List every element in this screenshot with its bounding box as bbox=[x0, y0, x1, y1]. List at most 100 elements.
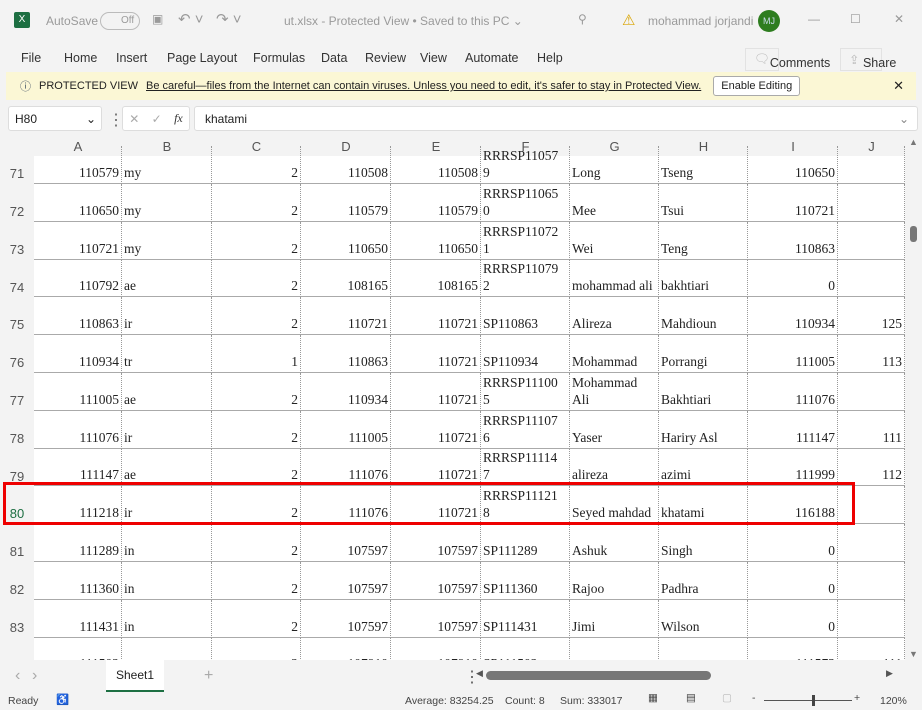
status-sum[interactable]: Sum: 333017 bbox=[560, 695, 622, 707]
status-count[interactable]: Count: 8 bbox=[505, 695, 545, 707]
cell-A73[interactable]: 110721 bbox=[34, 221, 122, 260]
cell-E83[interactable]: 107597 bbox=[391, 599, 481, 638]
cell-A83[interactable]: 111431 bbox=[34, 599, 122, 638]
cell-G83[interactable]: Jimi bbox=[570, 599, 659, 638]
cell-D75[interactable]: 110721 bbox=[301, 297, 391, 336]
cell-A78[interactable]: 111076 bbox=[34, 410, 122, 449]
cell-H79[interactable]: azimi bbox=[659, 448, 748, 487]
cell-D73[interactable]: 110650 bbox=[301, 221, 391, 260]
protected-view-message[interactable]: Be careful—files from the Internet can c… bbox=[146, 80, 701, 92]
cell-J83[interactable] bbox=[838, 599, 905, 638]
cell-I73[interactable]: 110863 bbox=[748, 221, 838, 260]
cell-A72[interactable]: 110650 bbox=[34, 184, 122, 222]
cell-A77[interactable]: 111005 bbox=[34, 373, 122, 411]
cell-I81[interactable]: 0 bbox=[748, 524, 838, 562]
cell-F79[interactable]: RRRSP11114 7 bbox=[481, 448, 570, 487]
row-header[interactable]: 83 bbox=[0, 599, 34, 638]
undo-icon[interactable]: ↶ ˅ bbox=[178, 10, 204, 28]
cell-G74[interactable]: mohammad ali bbox=[570, 259, 659, 298]
tab-data[interactable]: Data bbox=[321, 51, 347, 65]
cell-D78[interactable]: 111005 bbox=[301, 410, 391, 449]
tab-insert[interactable]: Insert bbox=[116, 51, 147, 65]
cell-B81[interactable]: in bbox=[122, 524, 212, 562]
cell-B72[interactable]: my bbox=[122, 184, 212, 222]
cell-H77[interactable]: Bakhtiari bbox=[659, 373, 748, 411]
tab-formulas[interactable]: Formulas bbox=[253, 51, 305, 65]
cell-J84[interactable]: 111 bbox=[838, 637, 905, 660]
row-header[interactable]: 75 bbox=[0, 297, 34, 336]
cell-I71[interactable]: 110650 bbox=[748, 146, 838, 184]
close-button[interactable]: ✕ bbox=[894, 12, 904, 26]
cell-H84[interactable] bbox=[659, 637, 748, 660]
cell-D74[interactable]: 108165 bbox=[301, 259, 391, 298]
add-sheet-icon[interactable]: + bbox=[204, 667, 213, 685]
cell-C76[interactable]: 1 bbox=[212, 335, 301, 373]
cell-E72[interactable]: 110579 bbox=[391, 184, 481, 222]
cell-E79[interactable]: 110721 bbox=[391, 448, 481, 487]
cell-G75[interactable]: Alireza bbox=[570, 297, 659, 336]
accessibility-icon[interactable]: ♿ bbox=[56, 693, 69, 706]
cell-C80[interactable]: 2 bbox=[212, 486, 301, 525]
cell-F71[interactable]: RRRSP11057 9 bbox=[481, 146, 570, 184]
cell-J76[interactable]: 113 bbox=[838, 335, 905, 373]
cell-D80[interactable]: 111076 bbox=[301, 486, 391, 525]
scroll-thumb[interactable] bbox=[910, 226, 917, 242]
file-title[interactable]: ut.xlsx - Protected View • Saved to this… bbox=[284, 14, 523, 28]
scroll-up-icon[interactable]: ▲ bbox=[909, 137, 918, 147]
cell-F82[interactable]: SP111360 bbox=[481, 562, 570, 600]
cell-H83[interactable]: Wilson bbox=[659, 599, 748, 638]
cell-F76[interactable]: SP110934 bbox=[481, 335, 570, 373]
cell-E78[interactable]: 110721 bbox=[391, 410, 481, 449]
normal-view-icon[interactable]: ▦ bbox=[648, 692, 658, 704]
cell-I84[interactable]: 111573 bbox=[748, 637, 838, 660]
cell-J82[interactable] bbox=[838, 562, 905, 600]
cell-C84[interactable]: 2 bbox=[212, 637, 301, 660]
cell-H75[interactable]: Mahdioun bbox=[659, 297, 748, 336]
cell-F72[interactable]: RRRSP11065 0 bbox=[481, 184, 570, 222]
cell-A79[interactable]: 111147 bbox=[34, 448, 122, 487]
row-header[interactable]: 80 bbox=[0, 486, 34, 525]
cell-F78[interactable]: RRRSP11107 6 bbox=[481, 410, 570, 449]
zoom-level[interactable]: 120% bbox=[880, 695, 907, 707]
cell-H76[interactable]: Porrangi bbox=[659, 335, 748, 373]
cell-A81[interactable]: 111289 bbox=[34, 524, 122, 562]
cell-E73[interactable]: 110650 bbox=[391, 221, 481, 260]
cell-F83[interactable]: SP111431 bbox=[481, 599, 570, 638]
cell-E77[interactable]: 110721 bbox=[391, 373, 481, 411]
cell-G84[interactable] bbox=[570, 637, 659, 660]
cell-J72[interactable] bbox=[838, 184, 905, 222]
cell-I77[interactable]: 111076 bbox=[748, 373, 838, 411]
cell-E81[interactable]: 107597 bbox=[391, 524, 481, 562]
cell-I83[interactable]: 0 bbox=[748, 599, 838, 638]
check-icon[interactable]: ✓ bbox=[152, 112, 162, 126]
cell-G82[interactable]: Rajoo bbox=[570, 562, 659, 600]
cell-E84[interactable]: 107910 bbox=[391, 637, 481, 660]
cell-H80[interactable]: khatami bbox=[659, 486, 748, 525]
cell-A76[interactable]: 110934 bbox=[34, 335, 122, 373]
cell-D81[interactable]: 107597 bbox=[301, 524, 391, 562]
tab-automate[interactable]: Automate bbox=[465, 51, 519, 65]
scroll-right-icon[interactable]: ▶ bbox=[886, 668, 893, 679]
warning-icon[interactable]: ⚠ bbox=[622, 11, 635, 29]
row-header[interactable]: 72 bbox=[0, 184, 34, 222]
cell-F73[interactable]: RRRSP11072 1 bbox=[481, 221, 570, 260]
cell-H73[interactable]: Teng bbox=[659, 221, 748, 260]
cell-D72[interactable]: 110579 bbox=[301, 184, 391, 222]
cell-B74[interactable]: ae bbox=[122, 259, 212, 298]
row-header[interactable]: 84 bbox=[0, 637, 34, 660]
cell-I74[interactable]: 0 bbox=[748, 259, 838, 298]
cell-I80[interactable]: 116188 bbox=[748, 486, 838, 525]
cell-C75[interactable]: 2 bbox=[212, 297, 301, 336]
cell-H82[interactable]: Padhra bbox=[659, 562, 748, 600]
cell-J75[interactable]: 125 bbox=[838, 297, 905, 336]
cell-E74[interactable]: 108165 bbox=[391, 259, 481, 298]
cell-G73[interactable]: Wei bbox=[570, 221, 659, 260]
cell-F81[interactable]: SP111289 bbox=[481, 524, 570, 562]
row-header[interactable]: 71 bbox=[0, 146, 34, 184]
cell-D77[interactable]: 110934 bbox=[301, 373, 391, 411]
cell-I78[interactable]: 111147 bbox=[748, 410, 838, 449]
share-button[interactable]: ⇪ Share ⌄ bbox=[840, 48, 896, 71]
row-header[interactable]: 74 bbox=[0, 259, 34, 298]
save-icon[interactable]: ▣ bbox=[152, 12, 163, 26]
zoom-slider[interactable]: - + bbox=[752, 692, 862, 707]
